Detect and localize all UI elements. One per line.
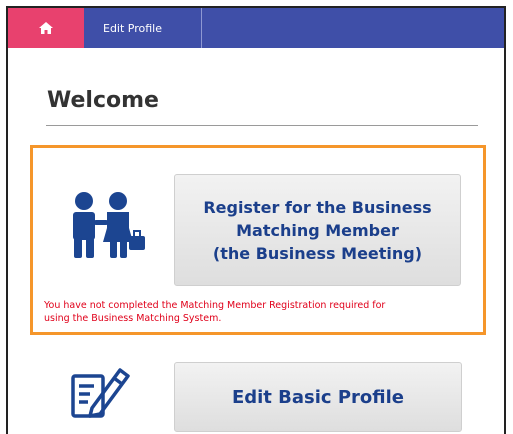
warning-line-1: You have not completed the Matching Memb… (44, 300, 386, 311)
app-frame: Edit Profile Welcome Register for the Bu… (6, 6, 506, 434)
register-business-matching-button[interactable]: Register for the Business Matching Membe… (174, 174, 461, 286)
top-navigation-bar: Edit Profile (8, 8, 504, 48)
title-divider (46, 125, 478, 126)
registration-warning: You have not completed the Matching Memb… (44, 299, 484, 325)
page-title: Welcome (47, 88, 159, 113)
breadcrumb-edit-profile[interactable]: Edit Profile (84, 8, 202, 48)
register-button-line-1: Register for the Business (203, 197, 432, 217)
registration-highlight-box: Register for the Business Matching Membe… (30, 145, 486, 335)
edit-document-icon (71, 368, 130, 418)
warning-line-2: using the Business Matching System. (44, 313, 222, 324)
register-button-line-3: (the Business Meeting) (212, 243, 423, 263)
edit-basic-profile-button[interactable]: Edit Basic Profile (174, 362, 462, 432)
home-button[interactable] (8, 8, 84, 48)
edit-basic-profile-label: Edit Basic Profile (231, 386, 405, 408)
register-button-line-2: Matching Member (236, 220, 399, 240)
home-icon (39, 22, 53, 34)
business-people-icon (73, 192, 145, 258)
